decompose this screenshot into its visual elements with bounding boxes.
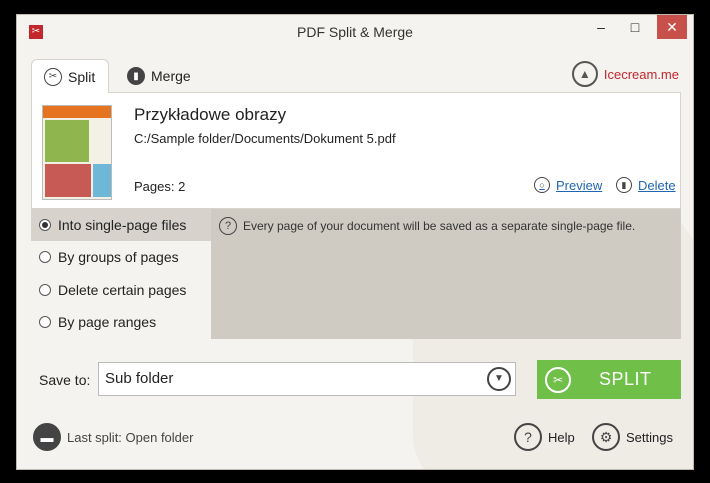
tab-split[interactable]: ✂ Split bbox=[31, 59, 109, 93]
tab-merge-label: Merge bbox=[151, 68, 191, 84]
split-button[interactable]: ✂ SPLIT bbox=[537, 360, 681, 399]
radio-groups[interactable] bbox=[39, 251, 51, 263]
help-button[interactable]: ? Help bbox=[514, 423, 575, 451]
last-split-link[interactable]: ▬ Last split: Open folder bbox=[33, 423, 193, 451]
title-bar: ✂ PDF Split & Merge – □ ✕ bbox=[17, 15, 693, 49]
settings-label: Settings bbox=[626, 429, 673, 445]
delete-link[interactable]: ▮ Delete bbox=[616, 177, 676, 193]
option-groups[interactable]: By groups of pages bbox=[31, 241, 211, 273]
delete-label: Delete bbox=[638, 177, 676, 193]
tab-split-label: Split bbox=[68, 68, 96, 85]
document-title: Przykładowe obrazy bbox=[134, 105, 287, 124]
close-button[interactable]: ✕ bbox=[657, 15, 687, 39]
help-label: Help bbox=[548, 429, 575, 445]
tab-merge[interactable]: ▮ Merge bbox=[115, 59, 205, 93]
scissors-icon: ✂ bbox=[545, 366, 571, 393]
radio-delete-pages[interactable] bbox=[39, 284, 51, 296]
option-page-ranges[interactable]: By page ranges bbox=[31, 306, 211, 338]
save-to-value: Sub folder bbox=[105, 370, 174, 387]
magnifier-icon: ○ bbox=[534, 177, 550, 193]
trash-icon: ▮ bbox=[616, 177, 632, 193]
split-icon: ✂ bbox=[44, 67, 62, 86]
document-pages: Pages: 2 bbox=[134, 179, 186, 194]
option-delete-pages[interactable]: Delete certain pages bbox=[31, 274, 211, 306]
option-label: By page ranges bbox=[58, 314, 157, 330]
option-info: ? Every page of your document will be sa… bbox=[219, 217, 635, 235]
document-panel: Przykładowe obrazy C:/Sample folder/Docu… bbox=[31, 92, 681, 209]
question-icon: ? bbox=[219, 217, 237, 235]
save-to-select[interactable]: Sub folder ▼ bbox=[98, 362, 516, 396]
radio-single-page[interactable] bbox=[39, 219, 51, 231]
split-options-panel: Into single-page files By groups of page… bbox=[31, 209, 681, 339]
option-label: By groups of pages bbox=[58, 249, 179, 265]
merge-icon: ▮ bbox=[127, 67, 145, 85]
help-icon: ? bbox=[514, 423, 542, 451]
minimize-button[interactable]: – bbox=[584, 15, 618, 39]
save-to-label: Save to: bbox=[39, 372, 91, 388]
document-path: C:/Sample folder/Documents/Dokument 5.pd… bbox=[134, 131, 396, 146]
document-thumbnail bbox=[42, 105, 112, 200]
brand-link[interactable]: ▲ Icecream.me bbox=[571, 61, 679, 87]
settings-button[interactable]: ⚙ Settings bbox=[592, 423, 673, 451]
icecream-logo-icon: ▲ bbox=[571, 61, 598, 87]
gear-icon: ⚙ bbox=[592, 423, 620, 451]
option-label: Delete certain pages bbox=[58, 282, 187, 298]
last-split-label: Last split: Open folder bbox=[67, 429, 194, 445]
folder-icon: ▬ bbox=[33, 423, 61, 451]
preview-link[interactable]: ○ Preview bbox=[534, 177, 602, 193]
chevron-down-icon[interactable]: ▼ bbox=[487, 367, 511, 391]
option-info-text: Every page of your document will be save… bbox=[243, 219, 636, 233]
preview-label: Preview bbox=[556, 177, 603, 193]
option-single-page[interactable]: Into single-page files bbox=[31, 209, 211, 241]
split-mode-list: Into single-page files By groups of page… bbox=[31, 209, 211, 339]
app-window: ✂ PDF Split & Merge – □ ✕ ✂ Split ▮ Merg… bbox=[16, 14, 694, 470]
split-button-label: SPLIT bbox=[599, 369, 652, 389]
brand-label: Icecream.me bbox=[603, 66, 679, 82]
radio-page-ranges[interactable] bbox=[39, 316, 51, 328]
maximize-button[interactable]: □ bbox=[618, 15, 652, 39]
option-label: Into single-page files bbox=[58, 217, 187, 233]
